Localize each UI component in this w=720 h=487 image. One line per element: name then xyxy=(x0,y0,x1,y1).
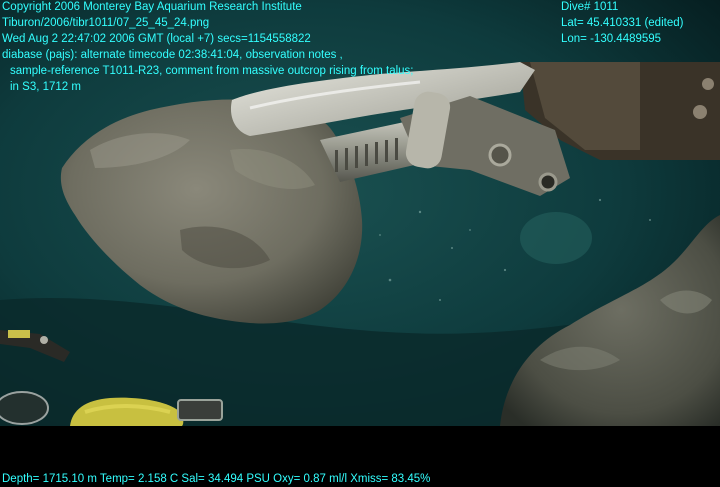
overlay-metadata-right: Dive# 1011 Lat= 45.410331 (edited) Lon= … xyxy=(561,0,683,47)
dive-number-text: Dive# 1011 xyxy=(561,1,619,13)
video-frame: Copyright 2006 Monterey Bay Aquarium Res… xyxy=(0,0,720,486)
overlay-telemetry: Depth= 1715.10 m Temp= 2.158 C Sal= 34.4… xyxy=(2,471,430,487)
notes-line-1: diabase (pajs): alternate timecode 02:38… xyxy=(2,49,343,61)
telemetry-text: Depth= 1715.10 m Temp= 2.158 C Sal= 34.4… xyxy=(2,473,431,485)
pivot-bolt xyxy=(538,172,558,192)
copyright-text: Copyright 2006 Monterey Bay Aquarium Res… xyxy=(2,1,302,13)
housing-bolt xyxy=(693,105,707,119)
file-path-text: Tiburon/2006/tibr1011/07_25_45_24.png xyxy=(2,17,210,29)
sample-container xyxy=(0,391,49,425)
notes-line-2: sample-reference T1011-R23, comment from… xyxy=(10,65,414,77)
notes-line-3: in S3, 1712 m xyxy=(10,81,81,93)
datetime-text: Wed Aug 2 22:47:02 2006 GMT (local +7) s… xyxy=(2,33,311,45)
longitude-text: Lon= -130.4489595 xyxy=(561,33,662,45)
sample-box xyxy=(177,399,223,421)
distant-rock xyxy=(520,212,592,264)
overlay-metadata-left: Copyright 2006 Monterey Bay Aquarium Res… xyxy=(2,0,414,95)
latitude-text: Lat= 45.410331 (edited) xyxy=(561,17,684,29)
